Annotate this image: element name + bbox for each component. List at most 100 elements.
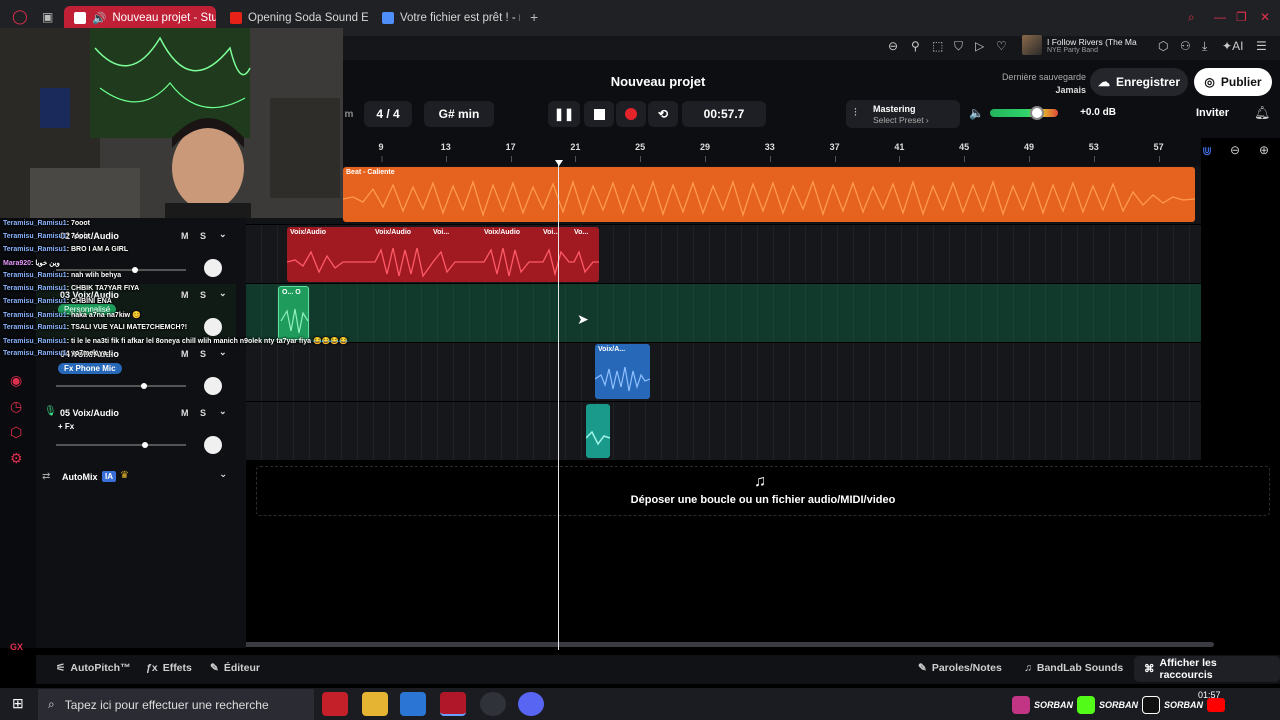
loop-button[interactable]: ⟲ — [648, 101, 678, 127]
track-05-volume-handle[interactable] — [142, 442, 148, 448]
heart-icon[interactable]: ♡ — [996, 39, 1007, 53]
mixer-icon[interactable]: ◉ — [10, 372, 22, 389]
teal-waveform — [586, 430, 610, 446]
track-lane-05[interactable] — [246, 402, 1201, 460]
track-05-volume-slider[interactable] — [56, 442, 186, 448]
record-icon — [625, 108, 637, 120]
zoom-out-icon[interactable]: ⊖ — [1230, 143, 1240, 157]
snapshot-icon[interactable]: ⬚ — [932, 39, 943, 53]
vocal-clip-blue[interactable]: Voix/A... — [595, 344, 650, 399]
bell-icon[interactable]: 🔔︎ — [1254, 105, 1271, 121]
editor-button[interactable]: ✎ Éditeur — [210, 662, 260, 674]
shield-icon[interactable]: ⛉ — [954, 39, 963, 54]
minimize-icon[interactable]: — — [1214, 10, 1226, 24]
download-icon[interactable]: ⤓ — [1202, 39, 1207, 54]
discord-app-icon[interactable] — [518, 692, 544, 716]
track-05-fx-button[interactable]: + Fx — [58, 422, 74, 431]
zoom-icon[interactable]: ⊖ — [888, 39, 898, 53]
track-05-pan-knob[interactable] — [204, 436, 222, 454]
track-lane-04[interactable] — [246, 343, 1201, 401]
menu-icon[interactable]: ☰ — [1256, 39, 1267, 53]
search-icon[interactable]: ⌕ — [1188, 10, 1195, 25]
project-title[interactable]: Nouveau projet — [560, 74, 756, 89]
stop-button[interactable] — [584, 101, 614, 127]
webcam-overlay — [0, 28, 343, 218]
pin-icon[interactable]: ⚲ — [911, 39, 920, 53]
media-player-widget[interactable]: I Follow Rivers (The Ma NYE Party Band — [1022, 33, 1144, 57]
windows-start-icon[interactable]: ⊞ — [12, 695, 24, 712]
opera-gx-logo-icon[interactable]: ◯ — [12, 8, 28, 25]
track-05-title: Voix/Audio — [72, 408, 119, 418]
bandlab-sounds-button[interactable]: ♫ BandLab Sounds — [1024, 662, 1123, 674]
tab-nouveau-projet[interactable]: 🔊 Nouveau projet - Studio — [64, 6, 216, 30]
track-05-solo-button[interactable]: S — [200, 408, 206, 418]
playhead-marker[interactable] — [555, 160, 563, 166]
ruler-bar-number: 17 — [505, 142, 516, 162]
master-volume-slider[interactable] — [990, 109, 1058, 117]
time-signature[interactable]: 4 / 4 — [364, 101, 412, 127]
publish-button[interactable]: ◎ Publier — [1194, 68, 1272, 96]
maximize-icon[interactable]: ❐ — [1236, 10, 1247, 24]
master-volume-knob[interactable] — [1030, 106, 1044, 120]
record-button[interactable] — [616, 101, 646, 127]
file-explorer-icon[interactable] — [362, 692, 388, 716]
beat-clip[interactable]: Beat - Caliente — [343, 167, 1195, 222]
mastering-button[interactable]: ⫶ Mastering Select Preset › — [846, 100, 960, 128]
speaker-icon: 🔊 — [92, 13, 107, 25]
tab-fichier-pret[interactable]: Votre fichier est prêt ! - no — [372, 6, 520, 30]
ruler-bar-number: 53 — [1088, 142, 1099, 162]
workspaces-icon[interactable]: ▣ — [42, 10, 53, 24]
volume-icon[interactable]: 🔈 — [969, 106, 984, 120]
vocal-clip-teal[interactable] — [586, 404, 610, 458]
publish-button-label: Publier — [1220, 75, 1262, 89]
play-icon[interactable]: ▷ — [975, 39, 984, 53]
track-04-fx-badge[interactable]: Fx Phone Mic — [58, 363, 122, 374]
taskbar-clock[interactable]: 01:57 — [1198, 690, 1221, 700]
obs-app-icon[interactable] — [480, 692, 506, 716]
chevron-down-icon[interactable]: ⌄ — [219, 469, 227, 480]
magnet-icon[interactable]: ⋓ — [1202, 144, 1212, 158]
effects-button[interactable]: ƒx Effets — [146, 662, 192, 674]
chat-overlay: Teramisu_Ramisu1: 7ooot Teramisu_Ramisu1… — [3, 220, 348, 360]
windows-search-box[interactable]: ⌕ Tapez ici pour effectuer une recherche — [38, 689, 314, 720]
collab-icon[interactable]: ⬡ — [10, 424, 22, 441]
pen-icon: ✎ — [918, 662, 927, 674]
autopitch-button[interactable]: ⚟ AutoPitch™ — [56, 662, 131, 674]
automix-icon: ⇄ — [42, 471, 51, 482]
track-lane-03[interactable] — [246, 284, 1201, 342]
extensions-icon[interactable]: ⬡ — [1158, 39, 1168, 53]
tempo-fragment: m — [344, 108, 354, 120]
invite-button[interactable]: Inviter — [1196, 107, 1229, 119]
zoom-in-icon[interactable]: ⊕ — [1259, 143, 1269, 157]
opera-gx-app-icon[interactable] — [440, 692, 466, 716]
settings-icon[interactable]: ⚙ — [10, 450, 23, 467]
save-button[interactable]: ☁ Enregistrer — [1090, 68, 1188, 96]
youtube-favicon-icon — [230, 12, 242, 24]
key-selector[interactable]: G# min — [424, 101, 494, 127]
beat-clip-label: Beat - Caliente — [346, 169, 395, 176]
account-icon[interactable]: ⚇ — [1180, 39, 1191, 53]
microsoft-store-icon[interactable] — [400, 692, 426, 716]
track-05-mute-button[interactable]: M — [181, 408, 189, 418]
timeline-ruler[interactable]: 9 13 17 21 25 29 33 37 41 45 49 53 57 — [343, 138, 1201, 166]
ruler-bar-number: 45 — [959, 142, 970, 162]
close-icon[interactable]: ✕ — [1260, 10, 1270, 24]
chat-message: Teramisu_Ramisu1: TSALI VUE YALI MATE7CH… — [3, 324, 188, 331]
ai-label: AI — [1232, 39, 1244, 53]
lyrics-button[interactable]: ✎ Paroles/Notes — [918, 662, 1002, 674]
shortcuts-button[interactable]: ⌘ Afficher les raccourcis — [1134, 656, 1280, 682]
tab-soda-sound[interactable]: Opening Soda Sound Effec — [220, 6, 368, 30]
track-04-pan-knob[interactable] — [204, 377, 222, 395]
new-tab-button[interactable]: + — [530, 9, 538, 25]
track-04-volume-slider[interactable] — [56, 383, 186, 389]
horizontal-scrollbar[interactable] — [238, 642, 1214, 647]
voicemod-app-icon[interactable] — [322, 692, 348, 716]
chevron-down-icon[interactable]: ⌄ — [219, 406, 227, 417]
track-05-name[interactable]: 05 Voix/Audio — [60, 408, 119, 418]
track-04-volume-handle[interactable] — [141, 383, 147, 389]
history-icon[interactable]: ◷ — [10, 398, 22, 415]
pause-button[interactable]: ❚❚ — [548, 101, 580, 127]
automix-row[interactable]: ⇄ AutoMix IA ♛ ⌄ — [36, 466, 246, 488]
aria-ai-button[interactable]: ✦AI — [1222, 39, 1243, 53]
playhead[interactable] — [558, 160, 559, 650]
